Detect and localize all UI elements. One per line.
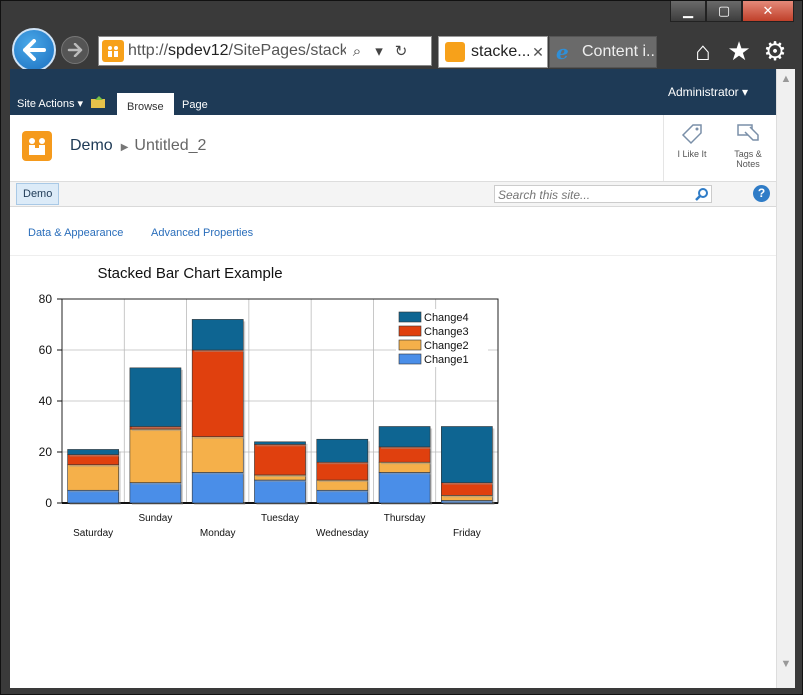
legend-swatch [398, 325, 422, 337]
x-tick-label: Friday [453, 528, 481, 539]
page-title: Untitled_2 [134, 137, 207, 154]
user-menu[interactable]: Administrator ▾ [668, 85, 748, 99]
breadcrumb-separator-icon: ▶ [120, 142, 129, 153]
forward-button[interactable] [61, 36, 89, 64]
y-tick-label: 0 [45, 496, 52, 510]
x-tick-label: Monday [200, 528, 236, 539]
bar-change1-thursday [378, 472, 431, 504]
y-tick-label: 60 [39, 343, 53, 357]
data-appearance-link[interactable]: Data & Appearance [28, 227, 123, 239]
breadcrumb: Demo ▶ Untitled_2 [70, 137, 206, 155]
minimize-icon[interactable]: ▁ [670, 1, 706, 22]
tags-notes-icon [737, 124, 759, 141]
quick-launch-bar: Demo ? [10, 182, 776, 207]
site-actions-menu[interactable]: Site Actions ▾ [17, 97, 83, 110]
browser-tools: ⌂ ★ ⚙ [690, 37, 788, 65]
stacked-bar-chart: Stacked Bar Chart Example 0 20 40 60 80 Saturd… [39, 265, 499, 539]
breadcrumb-site-link[interactable]: Demo [70, 137, 113, 154]
bar-change4-tuesday [254, 441, 306, 445]
refresh-icon[interactable]: ↻ [390, 42, 412, 60]
tags-notes-button[interactable]: Tags & Notes [720, 115, 776, 181]
home-icon[interactable]: ⌂ [690, 37, 716, 65]
search-icon[interactable] [695, 187, 709, 201]
help-icon[interactable]: ? [753, 185, 770, 202]
bar-change4-friday [441, 426, 493, 483]
arrow-right-icon [67, 43, 83, 57]
address-url[interactable]: http://spdev12/SitePages/stackec [128, 42, 346, 60]
close-icon[interactable]: ✕ [742, 1, 794, 22]
navigate-up-icon[interactable] [90, 95, 108, 109]
x-tick-label: Wednesday [316, 528, 369, 539]
sharepoint-favicon-icon [102, 40, 124, 62]
y-tick-label: 40 [39, 394, 53, 408]
bar-change3-tuesday [254, 444, 306, 476]
bar-change4-saturday [67, 449, 119, 455]
tag-smile-icon [681, 124, 702, 145]
address-bar[interactable]: http://spdev12/SitePages/stackec ⌕ ▾ ↻ [98, 36, 432, 66]
bar-change1-tuesday [254, 479, 306, 504]
bar-change2-saturday [67, 464, 119, 491]
site-logo-icon[interactable] [22, 131, 52, 161]
star-icon[interactable]: ★ [726, 37, 752, 65]
x-tick-label: Tuesday [261, 513, 299, 524]
bar-change4-wednesday [316, 438, 369, 463]
back-button[interactable] [12, 28, 56, 72]
sharepoint-page: Site Actions ▾ Browse Page Administrator… [10, 69, 776, 688]
x-tick-label: Saturday [73, 528, 113, 539]
bar-change4-monday [191, 319, 244, 351]
ie-icon: e [556, 40, 569, 64]
chart-title: Stacked Bar Chart Example [97, 265, 282, 282]
advanced-properties-link[interactable]: Advanced Properties [151, 227, 253, 239]
maximize-icon[interactable]: ▢ [706, 1, 742, 22]
chevron-down-icon[interactable]: ▾ [368, 42, 390, 60]
bar-change2-monday [191, 436, 244, 473]
x-tick-label: Thursday [384, 513, 426, 524]
tab-browse[interactable]: Browse [117, 93, 174, 117]
search-box [494, 185, 712, 203]
window-controls: ▁ ▢ ✕ [670, 1, 794, 23]
bar-change1-sunday [129, 482, 182, 504]
title-row: Demo ▶ Untitled_2 I Like It Tags & Notes [10, 115, 776, 182]
ribbon: Site Actions ▾ Browse Page Administrator… [10, 69, 776, 117]
tab-stacked-chart[interactable]: stacke... ✕ [438, 36, 548, 68]
social-buttons: I Like It Tags & Notes [663, 115, 776, 181]
vertical-scrollbar[interactable]: ▲ ▼ [776, 69, 795, 688]
search-input[interactable] [495, 187, 691, 203]
tab-content[interactable]: e Content i... [549, 36, 657, 68]
i-like-it-button[interactable]: I Like It [664, 115, 720, 181]
scroll-up-icon[interactable]: ▲ [777, 73, 795, 85]
nav-item-demo[interactable]: Demo [16, 183, 60, 205]
y-tick-label: 80 [39, 292, 53, 306]
legend-label: Change1 [424, 354, 469, 366]
browser-window: ▁ ▢ ✕ http://spdev12/SitePages/stackec ⌕… [0, 0, 803, 695]
bar-change4-thursday [378, 426, 431, 448]
bar-change2-sunday [129, 428, 182, 483]
legend-swatch [398, 353, 422, 365]
webpart-toolbar: Data & Appearance Advanced Properties [10, 207, 776, 256]
search-icon[interactable]: ⌕ [346, 43, 368, 60]
bar-change1-monday [191, 472, 244, 504]
sharepoint-favicon-icon [445, 42, 465, 62]
legend-label: Change3 [424, 326, 469, 338]
bar-change3-thursday [378, 446, 431, 463]
arrow-left-icon [23, 39, 46, 61]
gear-icon[interactable]: ⚙ [762, 37, 788, 65]
bar-change3-wednesday [316, 461, 369, 481]
legend-swatch [398, 311, 422, 323]
legend-swatch [398, 339, 422, 351]
bar-change3-monday [191, 349, 244, 437]
tab-label: stacke... [471, 43, 529, 60]
scroll-down-icon[interactable]: ▼ [777, 658, 795, 670]
legend-label: Change4 [424, 312, 469, 324]
tab-page[interactable]: Page [172, 93, 218, 115]
y-tick-label: 20 [39, 445, 53, 459]
legend-label: Change2 [424, 340, 469, 352]
bar-change4-sunday [129, 367, 182, 427]
x-tick-label: Sunday [138, 513, 172, 524]
close-tab-icon[interactable]: ✕ [529, 44, 547, 61]
tab-label: Content i... [582, 43, 656, 60]
